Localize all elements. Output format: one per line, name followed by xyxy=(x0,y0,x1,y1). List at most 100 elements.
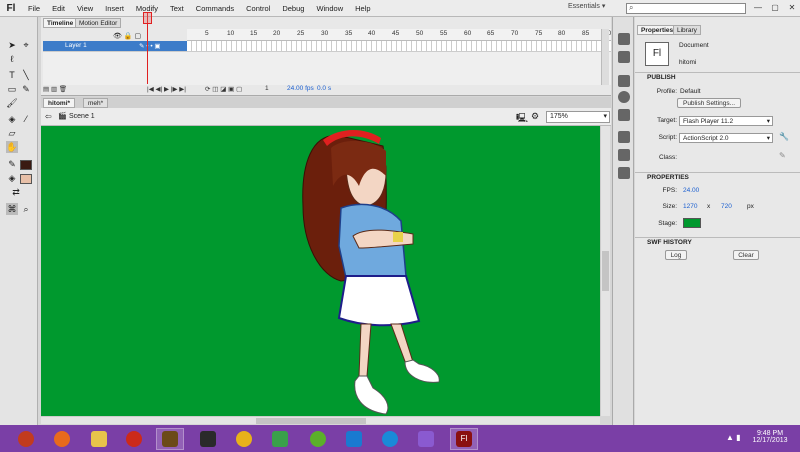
layer-name[interactable]: Layer 1 xyxy=(65,42,87,49)
align-panel-icon[interactable] xyxy=(618,75,630,87)
code-snippets-icon[interactable] xyxy=(618,131,630,143)
publish-section-header[interactable]: PUBLISH xyxy=(635,72,800,82)
wrench-icon[interactable]: 🔧 xyxy=(779,132,789,141)
edit-symbols-icon[interactable]: ⚙ xyxy=(531,111,539,122)
swf-history-section-header[interactable]: SWF HISTORY xyxy=(635,237,800,247)
utorrent-icon[interactable] xyxy=(304,428,332,450)
text-tool-icon[interactable]: T xyxy=(6,69,18,81)
fill-color-icon[interactable]: ◈ xyxy=(6,172,18,184)
maximize-button[interactable]: ▢ xyxy=(767,2,783,14)
puzzle-icon[interactable] xyxy=(266,428,294,450)
visual-studio-icon[interactable] xyxy=(412,428,440,450)
class-label: Class: xyxy=(658,154,677,161)
fill-color-swatch[interactable] xyxy=(20,174,32,184)
workspace-switcher[interactable]: Essentials ▾ xyxy=(568,2,605,10)
vertical-scroll-thumb[interactable] xyxy=(602,251,609,291)
fps-value[interactable]: 24.00 xyxy=(683,187,699,194)
target-select[interactable]: Flash Player 11.2 xyxy=(679,116,773,126)
scene-label[interactable]: Scene 1 xyxy=(69,113,95,120)
layer-row[interactable]: Layer 1 ✎ • • ▣ xyxy=(43,41,187,51)
transform-panel-icon[interactable] xyxy=(618,109,630,121)
media-icon[interactable] xyxy=(376,428,404,450)
menu-file[interactable]: File xyxy=(22,0,46,17)
menu-commands[interactable]: Commands xyxy=(190,0,240,17)
stage-canvas[interactable] xyxy=(41,126,600,416)
selection-tool-icon[interactable]: ➤ xyxy=(6,39,18,51)
lasso-tool-icon[interactable]: ℓ xyxy=(6,53,18,65)
publish-settings-button[interactable]: Publish Settings... xyxy=(677,98,741,108)
subselection-tool-icon[interactable]: ⌖ xyxy=(20,39,32,51)
width-value[interactable]: 1270 xyxy=(683,203,697,210)
timeline-scrollbar[interactable] xyxy=(601,29,609,85)
rectangle-tool-icon[interactable]: ▭ xyxy=(6,83,18,95)
script-label: Script: xyxy=(658,134,677,141)
zoom-select[interactable]: 175% ▾ xyxy=(546,111,610,123)
tab-library[interactable]: Library xyxy=(673,25,701,35)
eyedropper-icon[interactable]: ⁄ xyxy=(20,113,32,125)
paint-bucket-icon[interactable]: ◈ xyxy=(6,113,18,125)
eraser-tool-icon[interactable]: ▱ xyxy=(6,127,18,139)
stage-horizontal-scrollbar[interactable] xyxy=(41,416,600,424)
new-layer-icon[interactable]: ▤ ▥ 🗑 xyxy=(43,85,67,93)
menu-help[interactable]: Help xyxy=(349,0,376,17)
file-explorer-icon[interactable] xyxy=(85,428,113,450)
playhead-handle[interactable] xyxy=(143,12,152,24)
clear-button[interactable]: Clear xyxy=(733,250,759,260)
doc-tab-hitomi[interactable]: hitomi* xyxy=(43,98,76,108)
hand-tool-icon[interactable]: ✋ xyxy=(6,141,18,153)
minimize-button[interactable]: — xyxy=(750,2,766,14)
menu-control[interactable]: Control xyxy=(240,0,276,17)
flash-icon[interactable]: Fl xyxy=(450,428,478,450)
smooth-icon[interactable]: ⌕ xyxy=(20,203,32,215)
frame-ruler[interactable]: 5 10 15 20 25 30 35 40 45 50 55 60 65 70… xyxy=(187,29,611,41)
tab-timeline[interactable]: Timeline xyxy=(43,18,78,28)
menu-debug[interactable]: Debug xyxy=(276,0,310,17)
line-tool-icon[interactable]: ╲ xyxy=(20,69,32,81)
menu-text[interactable]: Text xyxy=(164,0,190,17)
motion-presets-icon[interactable] xyxy=(618,167,630,179)
fps-readout[interactable]: 24.00 fps xyxy=(287,85,314,92)
edit-scene-icon[interactable]: 🖳 xyxy=(516,111,528,127)
malwarebytes-icon[interactable] xyxy=(340,428,368,450)
script-select[interactable]: ActionScript 2.0 xyxy=(679,133,773,143)
brush-tool-icon[interactable]: 🖌 xyxy=(6,97,18,109)
flash-swirl-icon[interactable] xyxy=(12,428,40,450)
swap-colors-icon[interactable]: ⇄ xyxy=(10,186,22,198)
stroke-color-icon[interactable]: ✎ xyxy=(6,158,18,170)
properties-section-header[interactable]: PROPERTIES xyxy=(635,172,800,182)
layer-visibility-icons[interactable]: 👁 🔒 ▢ xyxy=(113,32,141,40)
menu-window[interactable]: Window xyxy=(310,0,349,17)
movie-icon[interactable] xyxy=(194,428,222,450)
search-input[interactable]: ⌕ xyxy=(626,3,746,14)
snap-icon[interactable]: ⌘ xyxy=(6,203,18,215)
firefox-icon[interactable] xyxy=(48,428,76,450)
headphones-icon[interactable] xyxy=(230,428,258,450)
pencil-tool-icon[interactable]: ✎ xyxy=(20,83,32,95)
ccleaner-icon[interactable] xyxy=(120,428,148,450)
horizontal-scroll-thumb[interactable] xyxy=(256,418,366,424)
back-arrow-icon[interactable]: ⇦ xyxy=(45,112,52,121)
swatches-panel-icon[interactable] xyxy=(618,51,630,63)
components-icon[interactable] xyxy=(618,149,630,161)
stage-color-swatch[interactable] xyxy=(683,218,701,228)
info-panel-icon[interactable] xyxy=(618,91,630,103)
doc-tab-meh[interactable]: meh* xyxy=(83,98,109,108)
height-value[interactable]: 720 xyxy=(721,203,732,210)
tab-motion-editor[interactable]: Motion Editor xyxy=(75,18,122,28)
pencil-icon[interactable]: ✎ xyxy=(779,151,786,160)
frames-row[interactable] xyxy=(187,41,611,51)
color-panel-icon[interactable] xyxy=(618,33,630,45)
close-button[interactable]: ✕ xyxy=(784,2,800,14)
menu-edit[interactable]: Edit xyxy=(46,0,71,17)
archive-icon[interactable] xyxy=(156,428,184,450)
stroke-color-swatch[interactable] xyxy=(20,160,32,170)
playback-controls[interactable]: |◀ ◀| ▶ |▶ ▶| xyxy=(147,85,186,93)
stage-vertical-scrollbar[interactable] xyxy=(600,126,610,416)
menu-view[interactable]: View xyxy=(71,0,99,17)
menu-insert[interactable]: Insert xyxy=(99,0,130,17)
log-button[interactable]: Log xyxy=(665,250,687,260)
tab-properties[interactable]: Properties xyxy=(637,25,678,35)
tray-icons[interactable]: ▲ ▮ xyxy=(726,433,741,442)
loop-icon[interactable]: ⟳ ◫ ◪ ▣ ▢ xyxy=(205,85,242,93)
taskbar-clock[interactable]: 9:48 PM 12/17/2013 xyxy=(742,430,798,444)
